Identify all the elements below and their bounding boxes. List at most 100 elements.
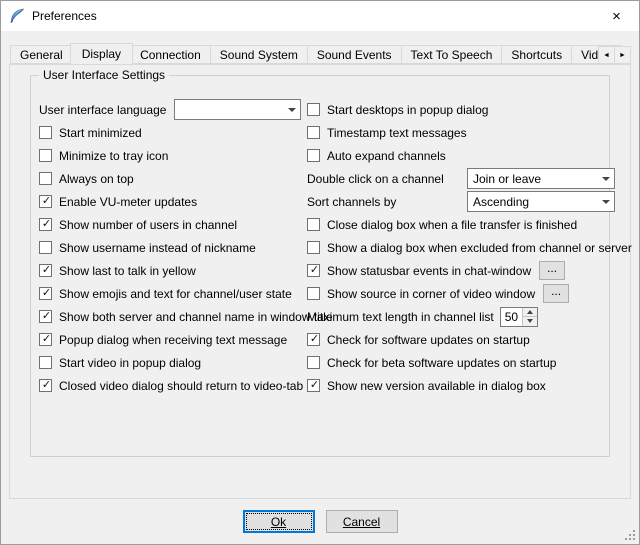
show-statusbar-events-in-chat-window-browse-button[interactable]: ... <box>539 261 565 280</box>
user-interface-settings-group: User Interface Settings User interface l… <box>30 75 610 457</box>
cancel-button[interactable]: Cancel <box>326 510 398 533</box>
row-show-emojis-and-text-for-channel-user-state: ✓Show emojis and text for channel/user s… <box>39 282 301 305</box>
tab-text-to-speech[interactable]: Text To Speech <box>401 45 503 64</box>
checkbox-label: Popup dialog when receiving text message <box>59 333 287 347</box>
ok-button[interactable]: Ok <box>243 510 315 533</box>
tab-sound-system[interactable]: Sound System <box>210 45 308 64</box>
checkmark-icon: ✓ <box>308 263 321 278</box>
combobox-sort-channels-by[interactable]: Ascending <box>467 191 615 212</box>
window-title: Preferences <box>32 9 97 23</box>
row-close-dialog-box-when-a-file-transfer-is-finished: Close dialog box when a file transfer is… <box>307 213 615 236</box>
row-check-for-software-updates-on-startup: ✓ Check for software updates on startup <box>307 328 615 351</box>
row-closed-video-dialog-should-return-to-video-tab: ✓Closed video dialog should return to vi… <box>39 374 301 397</box>
checkbox-label: Show both server and channel name in win… <box>59 310 333 324</box>
checkbox-auto-expand-channels[interactable] <box>307 149 320 162</box>
checkmark-icon: ✓ <box>40 309 53 324</box>
checkbox-check-for-beta-software-updates-on-startup[interactable] <box>307 356 320 369</box>
checkbox-show-emojis-and-text-for-channel-user-state[interactable]: ✓ <box>39 287 52 300</box>
checkbox-start-minimized[interactable] <box>39 126 52 139</box>
row-start-desktops-in-popup-dialog: Start desktops in popup dialog <box>307 98 615 121</box>
footer: Ok Cancel <box>1 510 639 533</box>
checkmark-icon: ✓ <box>40 378 53 393</box>
checkbox-label: Start video in popup dialog <box>59 356 201 370</box>
checkbox-close-dialog-box-when-a-file-transfer-is-finished[interactable] <box>307 218 320 231</box>
checkbox-label: Check for beta software updates on start… <box>327 356 556 370</box>
checkbox-label: Enable VU-meter updates <box>59 195 197 209</box>
tab-display[interactable]: Display <box>70 43 133 65</box>
row-always-on-top: Always on top <box>39 167 301 190</box>
spin-up-button[interactable] <box>523 308 537 317</box>
checkbox-label: Show source in corner of video window <box>327 287 535 301</box>
row-timestamp-text-messages: Timestamp text messages <box>307 121 615 144</box>
arrow-left-icon: ◄ <box>603 52 610 59</box>
row-start-video-in-popup-dialog: Start video in popup dialog <box>39 351 301 374</box>
cancel-label: Cancel <box>343 515 380 529</box>
checkbox-check-for-software-updates-on-startup[interactable]: ✓ <box>307 333 320 346</box>
dialog-body: User Interface Settings User interface l… <box>1 31 639 544</box>
spinner-value: 50 <box>501 308 522 326</box>
arrow-right-icon: ► <box>619 52 626 59</box>
groupbox-title: User Interface Settings <box>39 68 169 82</box>
field-label: User interface language <box>39 103 166 117</box>
checkbox-show-last-to-talk-in-yellow[interactable]: ✓ <box>39 264 52 277</box>
checkbox-show-number-of-users-in-channel[interactable]: ✓ <box>39 218 52 231</box>
tab-shortcuts[interactable]: Shortcuts <box>501 45 572 64</box>
checkbox-label: Show username instead of nickname <box>59 241 256 255</box>
field-label: Maximum text length in channel list <box>307 310 494 324</box>
combobox-value: Ascending <box>468 195 597 209</box>
tab-scroll-left-button[interactable]: ◄ <box>598 46 615 64</box>
checkbox-label: Check for software updates on startup <box>327 333 530 347</box>
checkbox-show-a-dialog-box-when-excluded-from-channel-or-server[interactable] <box>307 241 320 254</box>
combobox-double-click-on-a-channel[interactable]: Join or leave <box>467 168 615 189</box>
checkbox-timestamp-text-messages[interactable] <box>307 126 320 139</box>
maximum-text-length-in-channel-list-spinner[interactable]: 50 <box>500 307 538 327</box>
chevron-down-icon <box>527 319 533 323</box>
row-double-click-on-a-channel: Double click on a channel Join or leave <box>307 167 615 190</box>
chevron-down-icon <box>597 177 614 181</box>
tab-connection[interactable]: Connection <box>130 45 211 64</box>
row-sort-channels-by: Sort channels by Ascending <box>307 190 615 213</box>
close-button[interactable]: × <box>594 1 639 31</box>
field-label: Double click on a channel <box>307 172 444 186</box>
checkmark-icon: ✓ <box>40 286 53 301</box>
checkmark-icon: ✓ <box>308 378 321 393</box>
checkbox-show-new-version-available-in-dialog-box[interactable]: ✓ <box>307 379 320 392</box>
row-show-username-instead-of-nickname: Show username instead of nickname <box>39 236 301 259</box>
checkbox-label: Close dialog box when a file transfer is… <box>327 218 577 232</box>
checkbox-show-source-in-corner-of-video-window[interactable] <box>307 287 320 300</box>
checkbox-label: Show a dialog box when excluded from cha… <box>327 241 632 255</box>
checkbox-show-username-instead-of-nickname[interactable] <box>39 241 52 254</box>
tab-scroll-right-button[interactable]: ► <box>614 46 631 64</box>
checkbox-show-statusbar-events-in-chat-window[interactable]: ✓ <box>307 264 320 277</box>
row-show-new-version-available-in-dialog-box: ✓Show new version available in dialog bo… <box>307 374 615 397</box>
combobox-user-interface-language[interactable] <box>174 99 301 120</box>
checkbox-always-on-top[interactable] <box>39 172 52 185</box>
row-enable-vu-meter-updates: ✓ Enable VU-meter updates <box>39 190 301 213</box>
checkbox-label: Show number of users in channel <box>59 218 237 232</box>
checkbox-popup-dialog-when-receiving-text-message[interactable]: ✓ <box>39 333 52 346</box>
tab-scroll: ◄ ► <box>598 46 631 64</box>
tab-general[interactable]: General <box>10 45 73 64</box>
ok-label: Ok <box>271 515 286 529</box>
spinner-buttons <box>522 308 537 326</box>
spin-down-button[interactable] <box>523 316 537 326</box>
field-label: Sort channels by <box>307 195 396 209</box>
show-source-in-corner-of-video-window-browse-button[interactable]: ... <box>543 284 569 303</box>
row-show-statusbar-events-in-chat-window: ✓ Show statusbar events in chat-window... <box>307 259 615 282</box>
titlebar: Preferences × <box>1 1 639 31</box>
checkbox-closed-video-dialog-should-return-to-video-tab[interactable]: ✓ <box>39 379 52 392</box>
checkbox-label: Minimize to tray icon <box>59 149 168 163</box>
tab-sound-events[interactable]: Sound Events <box>307 45 402 64</box>
column-left: User interface languageStart minimizedMi… <box>39 98 301 397</box>
checkbox-enable-vu-meter-updates[interactable]: ✓ <box>39 195 52 208</box>
checkmark-icon: ✓ <box>40 217 53 232</box>
row-user-interface-language: User interface language <box>39 98 301 121</box>
checkbox-minimize-to-tray-icon[interactable] <box>39 149 52 162</box>
chevron-up-icon <box>527 310 533 314</box>
checkbox-show-both-server-and-channel-name-in-window-title[interactable]: ✓ <box>39 310 52 323</box>
checkbox-start-video-in-popup-dialog[interactable] <box>39 356 52 369</box>
resize-grip[interactable] <box>623 528 636 541</box>
chevron-down-icon <box>283 108 300 112</box>
checkbox-label: Show statusbar events in chat-window <box>327 264 531 278</box>
checkbox-start-desktops-in-popup-dialog[interactable] <box>307 103 320 116</box>
